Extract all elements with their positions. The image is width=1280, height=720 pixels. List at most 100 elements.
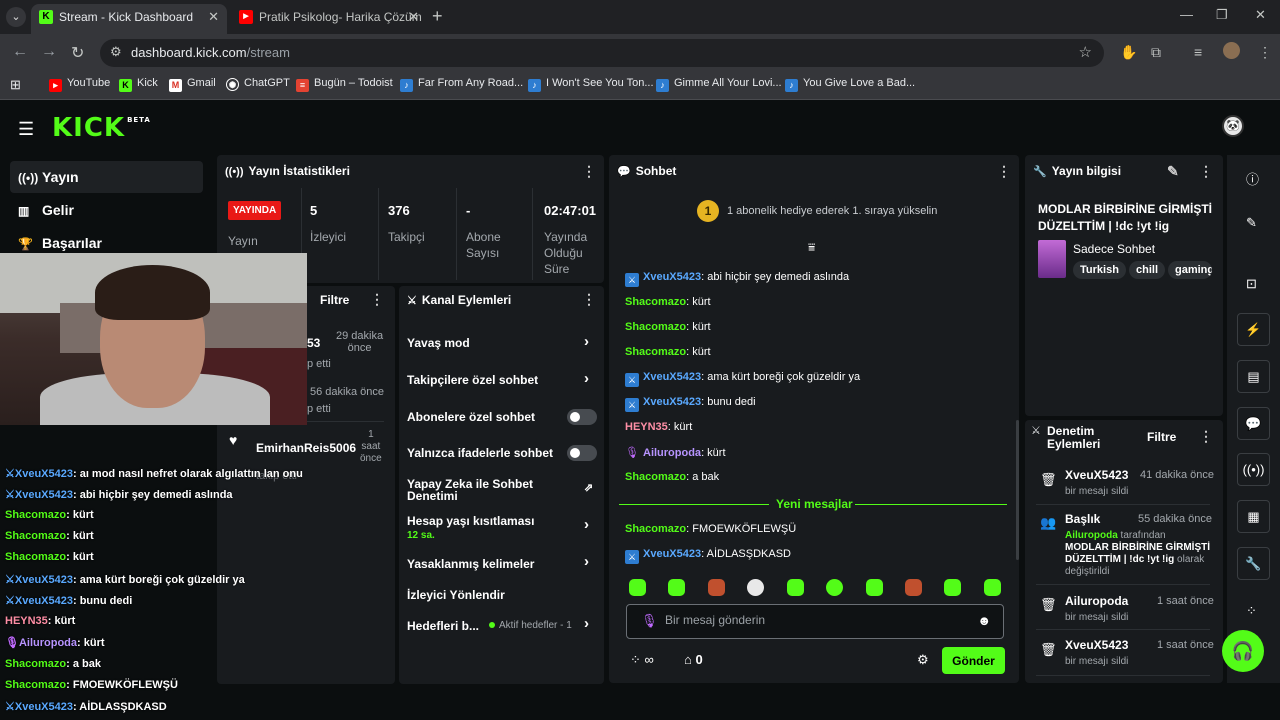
- support-headset-button[interactable]: 🎧: [1222, 630, 1264, 672]
- emoji-picker-icon[interactable]: ☻: [977, 613, 991, 628]
- emote-icon[interactable]: [826, 579, 843, 596]
- browser-tab[interactable]: ▶ Pratik Psikolog- Harika Çözüm ✕: [231, 4, 427, 34]
- bookmark-kick[interactable]: K Kick: [119, 77, 158, 92]
- overlay-chat-line: ⚔XveuX5423: ama kürt boreği çok güzeldir…: [5, 574, 245, 586]
- edit-icon[interactable]: ✎: [1246, 215, 1257, 231]
- bookmark-song-4[interactable]: ♪ You Give Love a Bad...: [785, 77, 915, 92]
- sidebar-item-gelir[interactable]: ▥ Gelir: [10, 194, 203, 226]
- chrome-menu-icon[interactable]: ⋮: [1258, 44, 1272, 61]
- bookmark-chatgpt[interactable]: ✺ ChatGPT: [226, 77, 290, 91]
- maximize-icon[interactable]: ❐: [1216, 7, 1228, 23]
- media-control-icon[interactable]: ≡: [1194, 44, 1202, 60]
- sidebar-item-yayin[interactable]: ((•)) Yayın: [10, 161, 203, 193]
- tag[interactable]: chill: [1129, 261, 1166, 279]
- more-options-icon[interactable]: ⋮: [997, 163, 1011, 180]
- emote-icon[interactable]: [944, 579, 961, 596]
- apps-grid-icon[interactable]: ⊞: [10, 77, 21, 93]
- emote-icon[interactable]: [866, 579, 883, 596]
- menu-icon[interactable]: ☰: [18, 119, 34, 140]
- chat-message-input[interactable]: [665, 613, 965, 627]
- emote-icon[interactable]: [787, 579, 804, 596]
- gift-count[interactable]: ⌂ 0: [684, 652, 703, 667]
- more-options-icon[interactable]: ⋮: [582, 291, 596, 308]
- chevron-right-icon[interactable]: ›: [584, 516, 589, 533]
- sub-gift-leaderboard-banner[interactable]: 11 abonelik hediye ederek 1. sıraya yüks…: [697, 200, 937, 222]
- emote-icon[interactable]: [668, 579, 685, 596]
- user-avatar[interactable]: 🐼: [1222, 115, 1244, 137]
- external-link-icon[interactable]: ⇗: [584, 481, 593, 494]
- slow-mode-item[interactable]: Yavaş mod: [407, 336, 470, 350]
- chevron-right-icon[interactable]: ›: [584, 333, 589, 350]
- url-text[interactable]: dashboard.kick.com/stream: [131, 45, 290, 60]
- category-name[interactable]: Sadece Sohbet: [1073, 242, 1155, 256]
- chat-scrollbar[interactable]: [1016, 420, 1019, 560]
- screenshot-icon[interactable]: ⊡: [1246, 276, 1257, 292]
- category-thumbnail[interactable]: [1038, 240, 1066, 278]
- forward-icon[interactable]: →: [41, 43, 57, 61]
- quick-action-lightning-button[interactable]: ⚡: [1237, 313, 1270, 346]
- emote-icon[interactable]: [905, 579, 922, 596]
- account-age-item[interactable]: Hesap yaşı kısıtlaması 12 sa.: [407, 514, 534, 541]
- tag[interactable]: gaming: [1168, 261, 1212, 279]
- chat-settings-gear-icon[interactable]: ⚙: [917, 652, 929, 668]
- back-icon[interactable]: ←: [12, 43, 28, 61]
- browser-tab-active[interactable]: K Stream - Kick Dashboard ✕: [31, 4, 227, 34]
- live-badge: YAYINDA: [228, 201, 282, 220]
- bookmark-gmail[interactable]: M Gmail: [169, 77, 216, 92]
- close-tab-icon[interactable]: ✕: [408, 4, 419, 30]
- reload-icon[interactable]: ↻: [71, 43, 84, 63]
- kick-logo[interactable]: KICK BETA: [52, 113, 151, 143]
- emotes-only-toggle[interactable]: [567, 445, 597, 461]
- chat-popout-button[interactable]: 💬: [1237, 407, 1270, 440]
- tools-wrench-button[interactable]: 🔧: [1237, 547, 1270, 580]
- filter-button[interactable]: Filtre: [320, 293, 349, 307]
- emote-icon[interactable]: [629, 579, 646, 596]
- banned-words-item[interactable]: Yasaklanmış kelimeler: [407, 557, 534, 571]
- notes-button[interactable]: ▤: [1237, 360, 1270, 393]
- raid-item[interactable]: İzleyici Yönlendir: [407, 588, 505, 602]
- chat-input-box[interactable]: 🎙 ☻: [626, 604, 1004, 639]
- more-options-icon[interactable]: ⋮: [1199, 428, 1213, 445]
- chevron-right-icon[interactable]: ›: [584, 370, 589, 387]
- site-info-icon[interactable]: ⚙: [110, 44, 122, 60]
- bookmark-star-icon[interactable]: ☆: [1079, 43, 1092, 61]
- bookmark-song-1[interactable]: ♪ Far From Any Road...: [400, 77, 523, 92]
- bookmark-song-3[interactable]: ♪ Gimme All Your Lovi...: [656, 77, 782, 92]
- followers-only-item[interactable]: Takipçilere özel sohbet: [407, 373, 538, 387]
- emote-icon[interactable]: [984, 579, 1001, 596]
- ai-moderation-item[interactable]: Yapay Zeka ile Sohbet Denetimi: [407, 478, 533, 502]
- points-icon[interactable]: ⁘: [1246, 603, 1257, 619]
- send-button[interactable]: Gönder: [942, 647, 1005, 674]
- sidebar-item-label: Yayın: [42, 169, 79, 185]
- minimize-icon[interactable]: —: [1180, 7, 1193, 22]
- new-tab-icon[interactable]: +: [432, 6, 443, 27]
- more-options-icon[interactable]: ⋮: [1199, 163, 1213, 180]
- profile-avatar[interactable]: [1223, 42, 1240, 59]
- tag[interactable]: Turkish: [1073, 261, 1126, 279]
- more-options-icon[interactable]: ⋮: [582, 163, 596, 180]
- layout-button[interactable]: ▦: [1237, 500, 1270, 533]
- filter-button[interactable]: Filtre: [1147, 430, 1176, 444]
- chevron-right-icon[interactable]: ›: [584, 553, 589, 570]
- edit-pencil-icon[interactable]: ✎: [1167, 163, 1179, 180]
- info-icon[interactable]: ⓘ: [1246, 169, 1259, 188]
- scroll-pin-icon[interactable]: ⩸: [808, 240, 815, 255]
- close-tab-icon[interactable]: ✕: [208, 4, 219, 30]
- broadcast-button[interactable]: ((•)): [1237, 453, 1270, 486]
- bookmark-youtube[interactable]: ▸ YouTube: [49, 77, 110, 92]
- omnibox[interactable]: ⚙ dashboard.kick.com/stream ☆: [100, 39, 1104, 67]
- close-window-icon[interactable]: ✕: [1255, 7, 1266, 23]
- more-options-icon[interactable]: ⋮: [370, 291, 384, 308]
- extension-hand-icon[interactable]: ✋: [1120, 44, 1137, 61]
- chevron-right-icon[interactable]: ›: [584, 615, 589, 632]
- tab-search-icon[interactable]: ⌄: [6, 7, 26, 27]
- emote-icon[interactable]: [747, 579, 764, 596]
- bookmark-song-2[interactable]: ♪ I Won't See You Ton...: [528, 77, 654, 92]
- extensions-puzzle-icon[interactable]: ⧉: [1151, 44, 1161, 61]
- channel-points[interactable]: ⁘ ∞: [630, 652, 654, 668]
- subs-only-toggle[interactable]: [567, 409, 597, 425]
- emote-icon[interactable]: [708, 579, 725, 596]
- bookmark-todoist[interactable]: ≡ Bugün – Todoist: [296, 77, 393, 92]
- goals-item[interactable]: Hedefleri b...: [407, 619, 479, 633]
- new-messages-divider[interactable]: Yeni mesajlar: [619, 497, 1007, 511]
